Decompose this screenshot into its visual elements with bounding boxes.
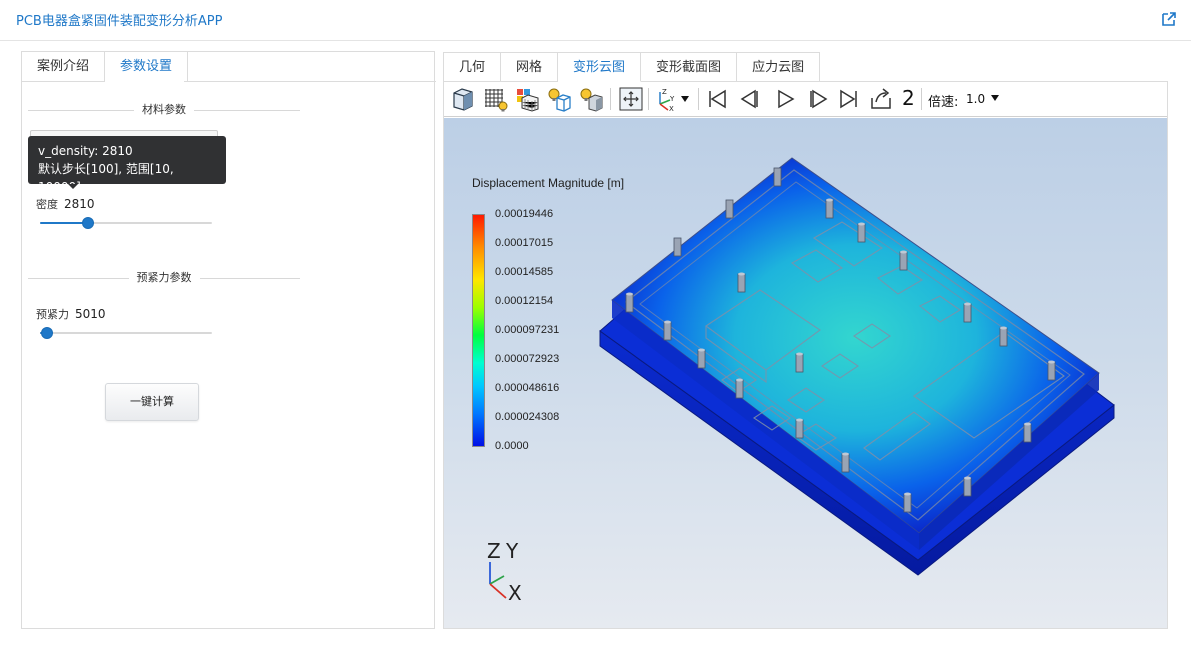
wireframe-light-icon[interactable] <box>546 86 572 112</box>
prev-frame-icon[interactable] <box>738 86 764 112</box>
tooltip-line-2: 默认步长[100], 范围[10, 10000] <box>38 162 174 194</box>
fit-view-icon[interactable] <box>618 86 644 112</box>
speed-label: 倍速: <box>928 95 959 110</box>
axis-label-z: Z <box>487 539 501 563</box>
section-preload: 预紧力参数 <box>28 270 300 286</box>
density-value: 2810 <box>64 197 95 211</box>
play-icon[interactable] <box>772 86 798 112</box>
viewer: Z Y X 2 倍速: 1.0 Displacement Magnitude [… <box>443 82 1168 629</box>
axis-dropdown-icon[interactable] <box>680 94 690 104</box>
svg-text:X: X <box>669 105 674 112</box>
external-link-icon[interactable] <box>1160 10 1178 28</box>
axis-triad: Z Y X <box>487 539 522 605</box>
preload-param: 预紧力 5010 <box>36 306 106 322</box>
axis-orientation-icon[interactable]: Z Y X <box>652 86 678 112</box>
parameter-panel: 案例介绍 参数设置 材料参数 v_density: 2810 默认步长[100]… <box>21 51 436 629</box>
section-material-label: 材料参数 <box>134 103 194 116</box>
preload-label: 预紧力 <box>36 308 69 321</box>
tab-stress-contour[interactable]: 应力云图 <box>737 52 821 82</box>
density-slider[interactable] <box>40 216 212 230</box>
tab-geometry[interactable]: 几何 <box>443 52 502 82</box>
density-param: 密度 2810 <box>36 196 95 212</box>
last-frame-icon[interactable] <box>836 86 862 112</box>
results-panel: 几何 网格 变形云图 变形截面图 应力云图 Z Y X 2 倍速: 1.0 Di… <box>443 52 1168 629</box>
axis-label-x: X <box>508 581 522 605</box>
viewport-3d[interactable]: Displacement Magnitude [m] 0.00019446 0.… <box>444 118 1167 628</box>
svg-text:Y: Y <box>669 95 675 103</box>
speed-dropdown-icon[interactable] <box>990 93 1000 103</box>
mesh-grid-icon[interactable] <box>482 86 508 112</box>
density-slider-thumb[interactable] <box>82 217 94 229</box>
left-tab-bar: 案例介绍 参数设置 <box>22 52 189 82</box>
preload-slider-thumb[interactable] <box>41 327 53 339</box>
first-frame-icon[interactable] <box>704 86 730 112</box>
density-tooltip: v_density: 2810 默认步长[100], 范围[10, 10000] <box>28 136 226 194</box>
viewer-toolbar: Z Y X 2 倍速: 1.0 <box>444 82 1167 117</box>
tab-deformation-section[interactable]: 变形截面图 <box>641 52 738 82</box>
section-preload-label: 预紧力参数 <box>128 271 200 284</box>
tab-mesh[interactable]: 网格 <box>501 52 559 82</box>
speed-select[interactable]: 1.0 <box>966 92 985 106</box>
app-title: PCB电器盒紧固件装配变形分析APP <box>16 14 223 29</box>
svg-text:Z: Z <box>662 88 667 96</box>
tab-underline <box>184 81 436 82</box>
right-tab-bar: 几何 网格 变形云图 变形截面图 应力云图 <box>443 52 821 82</box>
preload-slider[interactable] <box>40 326 212 340</box>
next-frame-icon[interactable] <box>804 86 830 112</box>
axis-label-y: Y <box>505 539 519 563</box>
color-grid-icon[interactable] <box>514 86 540 112</box>
cube-view-icon[interactable] <box>450 86 476 112</box>
density-label: 密度 <box>36 198 58 211</box>
frame-count: 2 <box>902 86 915 110</box>
tab-parameter-settings[interactable]: 参数设置 <box>105 52 189 82</box>
pcb-box-model <box>599 157 1115 576</box>
preload-value: 5010 <box>75 307 106 321</box>
solid-light-icon[interactable] <box>578 86 604 112</box>
tab-deformation-contour[interactable]: 变形云图 <box>558 52 642 82</box>
tooltip-line-1: v_density: 2810 <box>38 144 133 158</box>
tab-case-intro[interactable]: 案例介绍 <box>22 52 106 82</box>
section-material: 材料参数 <box>28 102 300 118</box>
loop-icon[interactable] <box>868 86 894 112</box>
app-header: PCB电器盒紧固件装配变形分析APP <box>0 0 1191 41</box>
calculate-button[interactable]: 一键计算 <box>105 383 199 421</box>
